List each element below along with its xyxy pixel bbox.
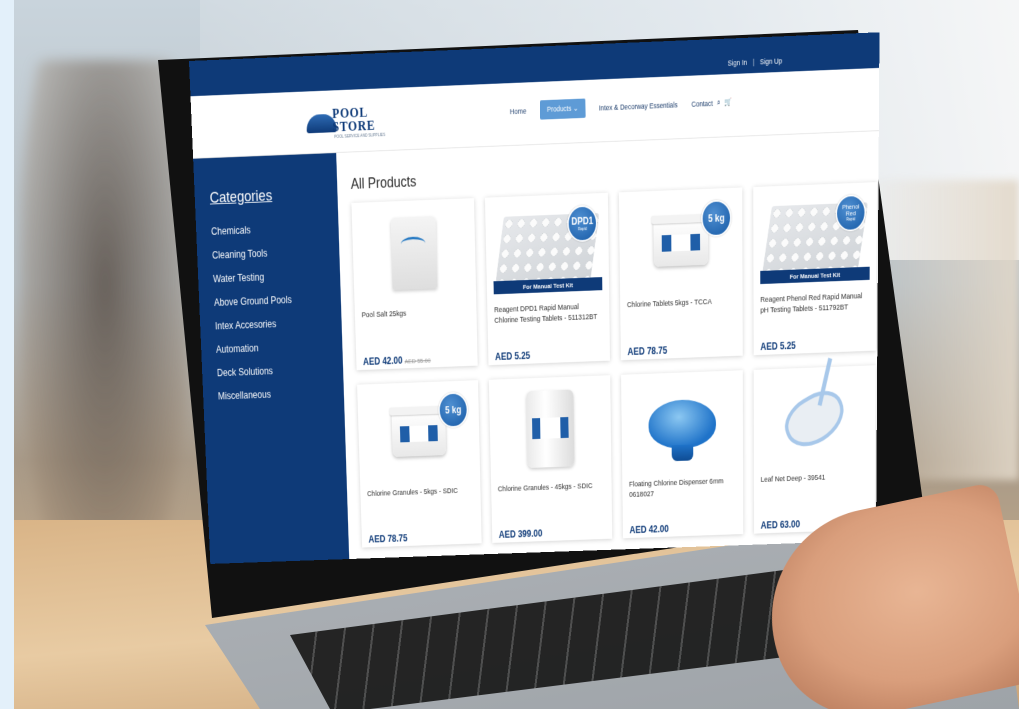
salt-bag-image: [390, 216, 438, 291]
chevron-down-icon: ⌄: [573, 103, 579, 113]
website-screen: Sign In | Sign Up POOL STORE POOL SERVIC…: [189, 32, 880, 564]
nav-products-label: Products: [546, 104, 572, 114]
product-price: AED 78.75: [627, 344, 668, 358]
category-intex-accessories[interactable]: Intex Accesories: [215, 316, 342, 332]
categories-list: Chemicals Cleaning Tools Water Testing A…: [211, 221, 344, 402]
main-nav: Home Products ⌄ Intex & Decorway Essenti…: [510, 92, 733, 120]
product-name[interactable]: Floating Chlorine Dispenser 6mm 0618027: [629, 476, 737, 510]
tub-image: [391, 410, 447, 458]
category-water-testing[interactable]: Water Testing: [213, 268, 340, 284]
product-image: [628, 379, 736, 470]
category-cleaning-tools[interactable]: Cleaning Tools: [212, 245, 340, 261]
product-price: AED 5.25: [494, 349, 531, 363]
product-card[interactable]: Chlorine Granules - 45kgs - SDIC AED 399…: [488, 375, 613, 543]
category-automation[interactable]: Automation: [216, 339, 343, 355]
top-bar-separator: |: [752, 57, 755, 67]
sign-in-link[interactable]: Sign In: [728, 58, 747, 67]
nav-intex[interactable]: Intex & Decorway Essentials: [599, 100, 678, 112]
sign-up-link[interactable]: Sign Up: [760, 57, 782, 66]
product-name[interactable]: Chlorine Granules - 45kgs - SDIC: [498, 481, 605, 515]
cart-icon[interactable]: 🛒: [725, 98, 733, 108]
product-card[interactable]: Floating Chlorine Dispenser 6mm 0618027 …: [621, 370, 744, 539]
product-badge: 5 kg: [701, 199, 732, 238]
product-price: AED 42.00: [629, 523, 669, 536]
leaf-net-image: [778, 381, 851, 457]
search-icon[interactable]: ⌕: [717, 98, 721, 107]
category-above-ground-pools[interactable]: Above Ground Pools: [214, 292, 341, 308]
product-name[interactable]: Leaf Net Deep - 39541: [761, 472, 869, 506]
product-name[interactable]: Reagent Phenol Red Rapid Manual pH Testi…: [760, 291, 869, 326]
categories-sidebar: Categories Chemicals Cleaning Tools Wate…: [193, 152, 350, 564]
product-name[interactable]: Chlorine Tablets 5kgs - TCCA: [627, 296, 736, 331]
product-card[interactable]: Pool Salt 25kgs AED 42.00 AED 55.00: [351, 198, 478, 371]
dispenser-image: [648, 398, 717, 450]
product-name[interactable]: Chlorine Granules - 5kgs - SDIC: [367, 486, 474, 520]
product-card[interactable]: 5 kg Chlorine Tablets 5kgs - TCCA AED 78…: [618, 187, 743, 361]
nav-home[interactable]: Home: [510, 106, 527, 115]
nav-utilities: Contact ⌕ 🛒: [691, 98, 732, 109]
product-price: AED 5.25: [760, 339, 796, 353]
product-image: 5 kg: [364, 388, 473, 478]
product-image: [496, 383, 605, 473]
product-price: AED 399.00: [498, 527, 543, 541]
product-image: DPD1 Rapid For Manual Test Kit: [492, 201, 603, 295]
product-price: AED 78.75: [368, 532, 408, 545]
nav-contact[interactable]: Contact: [691, 99, 712, 108]
pool-store-logo[interactable]: POOL STORE POOL SERVICE AND SUPPLIES: [306, 100, 389, 140]
old-price: AED 55.00: [404, 356, 431, 366]
logo-tagline: POOL SERVICE AND SUPPLIES: [334, 132, 386, 140]
product-card[interactable]: Leaf Net Deep - 39541 AED 63.00: [753, 365, 876, 534]
drum-image: [526, 389, 575, 469]
product-name[interactable]: Pool Salt 25kgs: [362, 307, 471, 342]
category-miscellaneous[interactable]: Miscellaneous: [218, 386, 344, 402]
category-deck-solutions[interactable]: Deck Solutions: [217, 363, 344, 378]
product-image: 5 kg: [626, 196, 736, 289]
product-price: AED 42.00 AED 55.00: [362, 352, 471, 368]
tub-image: [653, 218, 709, 267]
product-image: [760, 374, 869, 465]
product-card[interactable]: 5 kg Chlorine Granules - 5kgs - SDIC AED…: [357, 380, 482, 548]
product-card[interactable]: DPD1 Rapid For Manual Test Kit Reagent DP…: [484, 192, 611, 366]
nav-products[interactable]: Products ⌄: [539, 98, 586, 120]
products-main: All Products Pool Salt 25kgs AED 42.00 AE…: [336, 131, 879, 560]
product-badge: 5 kg: [437, 391, 469, 429]
categories-title[interactable]: Categories: [209, 184, 337, 207]
product-name[interactable]: Reagent DPD1 Rapid Manual Chlorine Testi…: [494, 302, 603, 337]
manual-kit-strip: For Manual Test Kit: [493, 277, 603, 295]
badge-label: DPD1: [571, 214, 594, 228]
product-image: Phenol Red Rapid For Manual Test Kit: [760, 191, 870, 285]
category-chemicals[interactable]: Chemicals: [211, 221, 339, 237]
badge-sublabel: Rapid: [577, 226, 587, 232]
product-card[interactable]: Phenol Red Rapid For Manual Test Kit Reage…: [753, 182, 878, 356]
product-image: [358, 207, 469, 300]
price-value: AED 42.00: [362, 354, 403, 368]
product-grid: Pool Salt 25kgs AED 42.00 AED 55.00 DPD1 R…: [351, 182, 878, 548]
left-edge-strip: [0, 0, 14, 709]
manual-kit-strip: For Manual Test Kit: [760, 266, 870, 285]
badge-sublabel: Rapid: [846, 216, 856, 223]
